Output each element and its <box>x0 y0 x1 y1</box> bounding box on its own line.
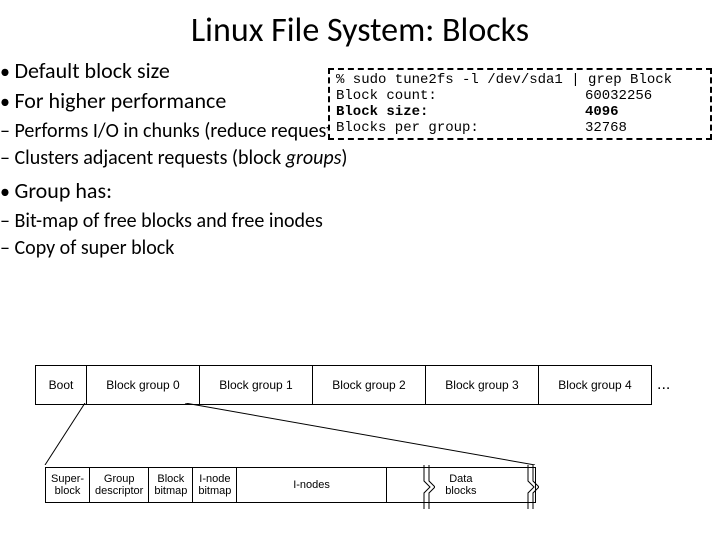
code-row2-val: 4096 <box>555 104 704 120</box>
diagram-row-groups: Boot Block group 0 Block group 1 Block g… <box>35 365 685 405</box>
cell-inode-bitmap: I-nodebitmap <box>192 467 237 503</box>
ellipsis: ... <box>651 376 670 394</box>
cell-group3: Block group 3 <box>425 365 539 405</box>
break-mark-2 <box>527 465 539 509</box>
bullet-clusters-italic: groups <box>286 146 342 170</box>
cell-group0: Block group 0 <box>86 365 200 405</box>
cell-group-descriptor: Groupdescriptor <box>89 467 149 503</box>
bullet-clusters: Clusters adjacent requests (block groups… <box>0 146 347 171</box>
cell-boot: Boot <box>35 365 87 405</box>
block-diagram: Boot Block group 0 Block group 1 Block g… <box>35 365 685 503</box>
bullet-list-2: Group has: <box>0 177 347 205</box>
cell-superblock: Super-block <box>45 467 90 503</box>
cell-data-blocks: Datablocks <box>386 467 536 503</box>
bullet-list-2-sub: Bit-map of free blocks and free inodes C… <box>0 209 347 261</box>
bullet-default-block-size: Default block size <box>0 57 347 85</box>
terminal-output: % sudo tune2fs -l /dev/sda1 | grep Block… <box>328 68 712 140</box>
terminal-command: % sudo tune2fs -l /dev/sda1 | grep Block <box>336 72 704 88</box>
break-mark-1 <box>423 465 435 509</box>
connector-lines <box>35 403 685 465</box>
bullet-list-1: Default block size For higher performanc… <box>0 57 347 115</box>
bullet-io-chunks: Performs I/O in chunks (reduce requests) <box>0 119 347 144</box>
code-row3-val: 32768 <box>555 120 704 136</box>
slide-title: Linux File System: Blocks <box>0 10 720 51</box>
cell-group1: Block group 1 <box>199 365 313 405</box>
bullet-group-has: Group has: <box>0 177 347 205</box>
bullet-clusters-pre: Clusters adjacent requests (block <box>14 146 285 170</box>
cell-inodes: I-nodes <box>236 467 386 503</box>
bullet-superblock-copy: Copy of super block <box>0 236 347 261</box>
code-row1-val: 60032256 <box>555 88 704 104</box>
code-row3-key: Blocks per group: <box>336 120 555 136</box>
bullet-list-1-sub: Performs I/O in chunks (reduce requests)… <box>0 119 347 171</box>
bullet-higher-performance: For higher performance <box>0 87 347 115</box>
code-row2-key: Block size: <box>336 104 555 120</box>
diagram-row-detail: Super-block Groupdescriptor Blockbitmap … <box>45 467 535 503</box>
code-row1-key: Block count: <box>336 88 555 104</box>
bullet-clusters-post: ) <box>341 146 347 170</box>
bullet-bitmap: Bit-map of free blocks and free inodes <box>0 209 347 234</box>
cell-group4: Block group 4 <box>538 365 652 405</box>
cell-group2: Block group 2 <box>312 365 426 405</box>
cell-block-bitmap: Blockbitmap <box>148 467 193 503</box>
